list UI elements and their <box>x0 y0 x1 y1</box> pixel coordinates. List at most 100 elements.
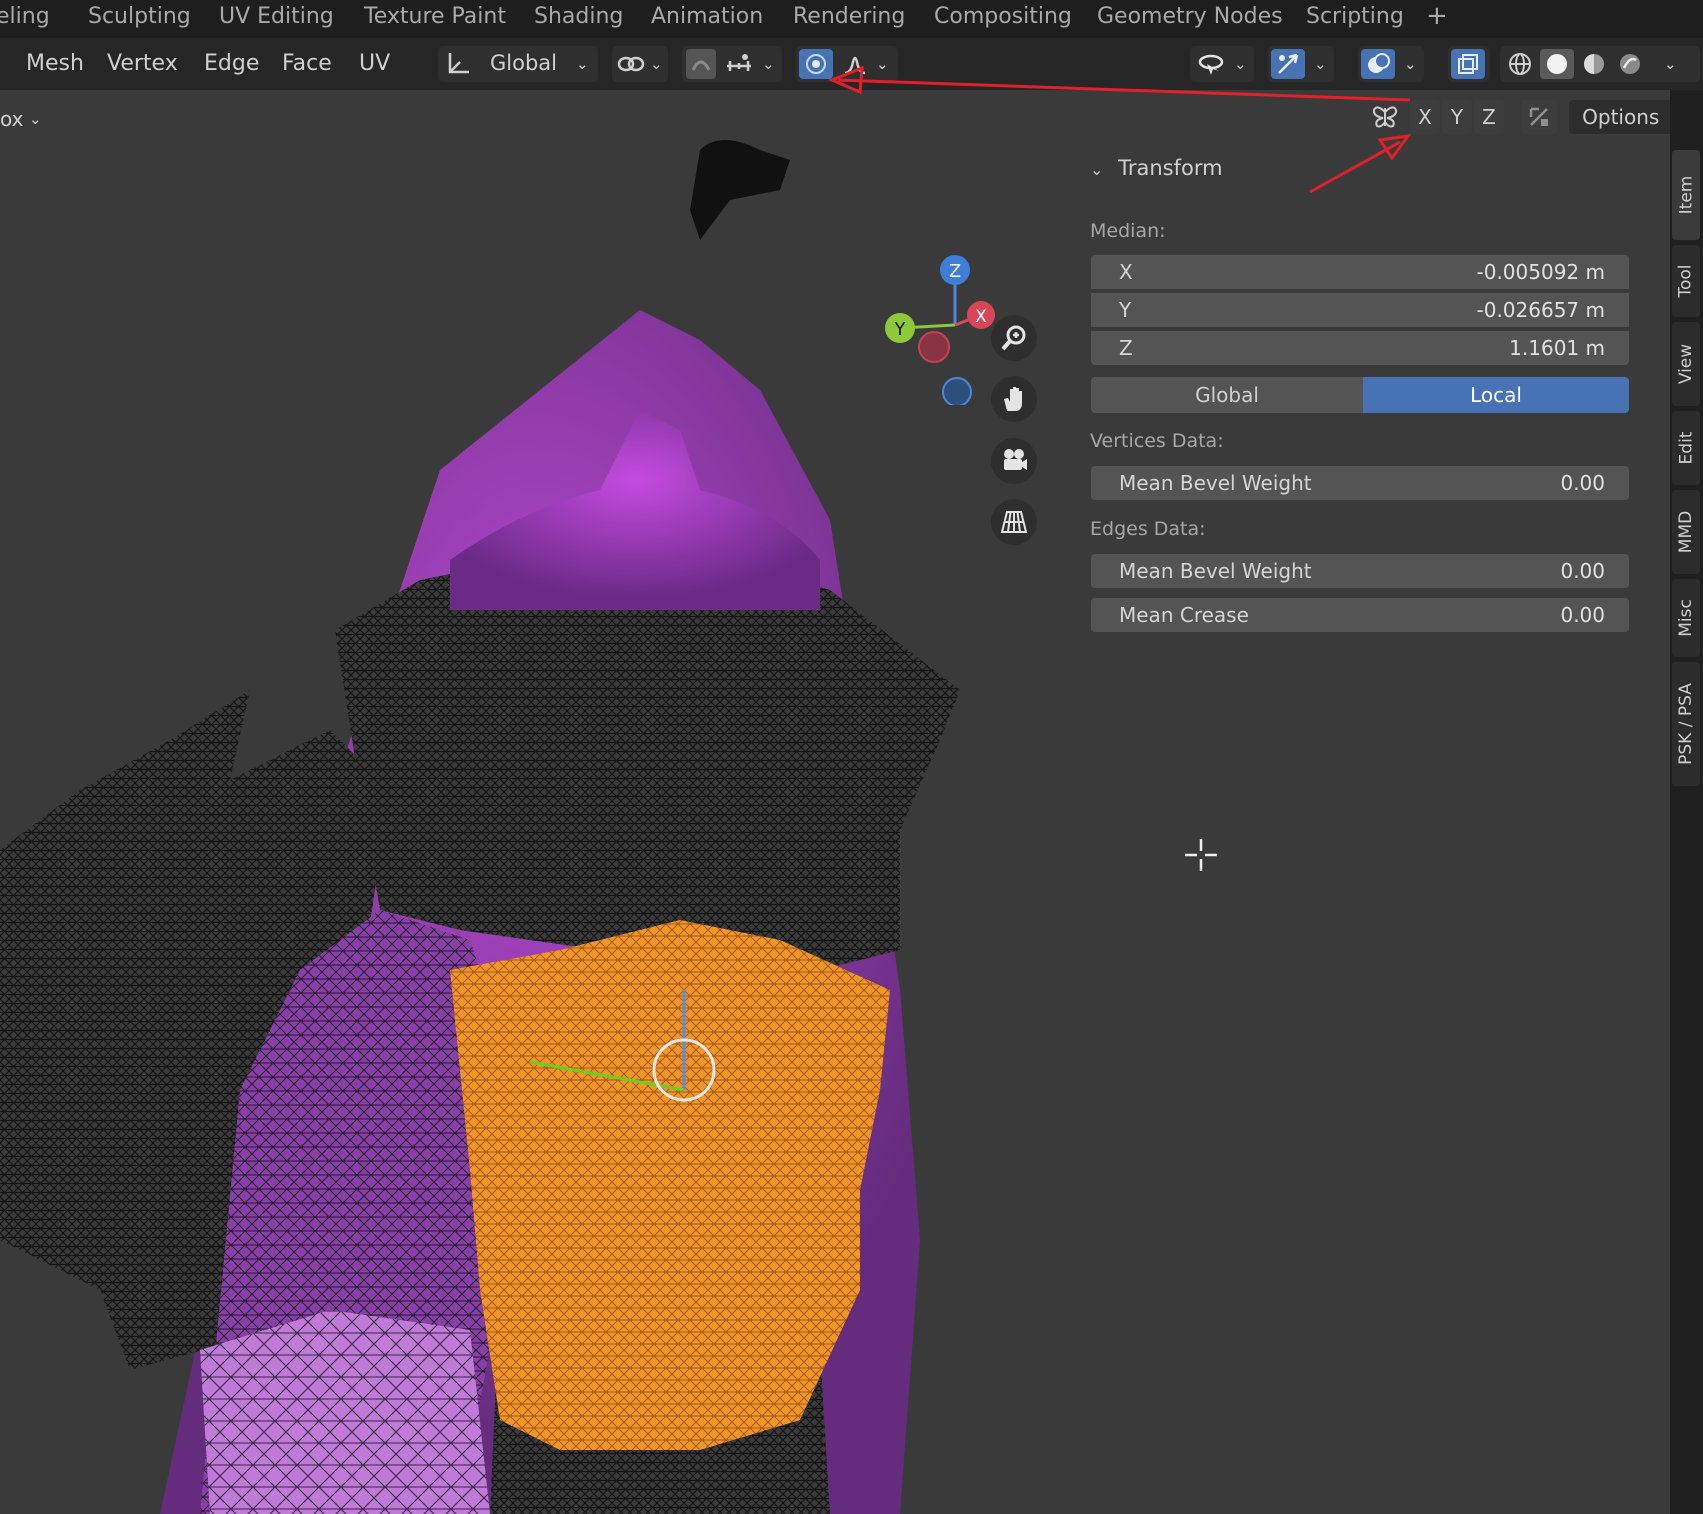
chevron-down-icon: ⌄ <box>1314 55 1327 73</box>
workspace-tab-rendering[interactable]: Rendering <box>793 4 905 29</box>
tab-psk-psa-label: PSK / PSA <box>1676 683 1696 765</box>
workspace-tab-geometry-nodes[interactable]: Geometry Nodes <box>1097 4 1283 29</box>
chevron-down-icon: ⌄ <box>650 55 663 73</box>
zoom-icon[interactable] <box>991 315 1037 361</box>
chevron-down-icon: ⌄ <box>876 55 889 73</box>
proportional-editing-toggle[interactable] <box>799 49 833 79</box>
tab-view[interactable]: View <box>1672 322 1700 406</box>
link-icon <box>616 50 646 78</box>
menu-mesh[interactable]: Mesh <box>26 51 84 76</box>
proportional-editing-group: ⌄ <box>796 46 898 82</box>
median-z-value: 1.1601 m <box>1509 336 1605 360</box>
workspace-tab-sculpting[interactable]: Sculpting <box>88 4 191 29</box>
add-workspace-button[interactable]: + <box>1426 1 1448 31</box>
workspace-tab-compositing[interactable]: Compositing <box>934 4 1072 29</box>
median-x-label: X <box>1119 260 1133 284</box>
edges-mean-crease-value: 0.00 <box>1560 603 1605 627</box>
sidebar-item-panel: ⌄ Transform Median: X -0.005092 m Y -0.0… <box>1080 90 1670 1514</box>
edges-mean-crease-label: Mean Crease <box>1119 603 1249 627</box>
tab-psk-psa[interactable]: PSK / PSA <box>1672 662 1700 786</box>
xray-toggle[interactable] <box>1448 46 1490 82</box>
tab-edit[interactable]: Edit <box>1672 411 1700 485</box>
tab-mmd-label: MMD <box>1676 510 1696 554</box>
viewport-header: Mesh Vertex Edge Face UV Global ⌄ ⌄ ⌄ ⌄ … <box>0 38 1703 90</box>
visibility-dropdown[interactable]: ⌄ <box>1190 46 1254 82</box>
transform-panel-header[interactable]: ⌄ Transform <box>1090 156 1223 180</box>
edges-mean-crease-field[interactable]: Mean Crease 0.00 <box>1091 598 1629 632</box>
transform-panel-title: Transform <box>1118 156 1223 180</box>
workspace-tab-scripting[interactable]: Scripting <box>1306 4 1404 29</box>
median-x-field[interactable]: X -0.005092 m <box>1091 255 1629 289</box>
tab-view-label: View <box>1676 343 1696 385</box>
chevron-down-icon: ⌄ <box>1234 55 1247 73</box>
camera-view-icon[interactable] <box>991 438 1037 484</box>
falloff-curve-icon[interactable] <box>840 50 870 78</box>
space-local-button[interactable]: Local <box>1363 377 1629 413</box>
overlays-toggle-icon[interactable] <box>1361 49 1395 79</box>
median-y-value: -0.026657 m <box>1476 298 1606 322</box>
chevron-down-icon: ⌄ <box>29 110 42 128</box>
median-label: Median: <box>1090 220 1166 242</box>
tab-misc[interactable]: Misc <box>1672 579 1700 657</box>
median-z-label: Z <box>1119 336 1133 360</box>
gizmo-z-label: Z <box>949 261 961 282</box>
vertices-mean-bevel-field[interactable]: Mean Bevel Weight 0.00 <box>1091 466 1629 500</box>
tab-tool-label: Tool <box>1676 264 1696 298</box>
workspace-tab-uv-editing[interactable]: UV Editing <box>219 4 334 29</box>
transform-orientation-value: Global <box>490 51 557 75</box>
vertices-mean-bevel-label: Mean Bevel Weight <box>1119 471 1312 495</box>
sidebar-tabs: Item Tool View Edit MMD Misc PSK / PSA <box>1670 90 1703 1514</box>
edges-mean-bevel-label: Mean Bevel Weight <box>1119 559 1312 583</box>
gizmo-neg-x[interactable] <box>918 331 950 363</box>
gizmo-neg-z[interactable] <box>942 377 972 405</box>
median-y-field[interactable]: Y -0.026657 m <box>1091 293 1629 327</box>
snapping-group: ⌄ <box>682 46 782 82</box>
edges-mean-bevel-value: 0.00 <box>1560 559 1605 583</box>
workspace-tab-shading[interactable]: Shading <box>534 4 623 29</box>
tab-item[interactable]: Item <box>1672 150 1700 240</box>
menu-vertex[interactable]: Vertex <box>107 51 178 76</box>
gizmo-x-label: X <box>975 307 987 327</box>
chevron-down-icon: ⌄ <box>1090 160 1104 179</box>
wireframe-shading-icon[interactable] <box>1504 49 1536 79</box>
median-y-label: Y <box>1119 298 1132 322</box>
menu-face[interactable]: Face <box>282 51 332 76</box>
chevron-down-icon: ⌄ <box>576 55 589 73</box>
chevron-down-icon: ⌄ <box>1404 55 1417 73</box>
tab-item-label: Item <box>1676 175 1697 215</box>
vertices-mean-bevel-value: 0.00 <box>1560 471 1605 495</box>
workspace-tab-animation[interactable]: Animation <box>651 4 763 29</box>
rendered-shading-icon[interactable] <box>1614 49 1646 79</box>
solid-shading-icon[interactable] <box>1540 49 1574 79</box>
gizmo-y-label: Y <box>894 319 907 340</box>
median-x-value: -0.005092 m <box>1476 260 1606 284</box>
transform-orientation-dropdown[interactable]: Global ⌄ <box>438 46 598 82</box>
tab-misc-label: Misc <box>1676 599 1697 637</box>
edges-mean-bevel-field[interactable]: Mean Bevel Weight 0.00 <box>1091 554 1629 588</box>
material-preview-icon[interactable] <box>1578 49 1610 79</box>
snap-increment-icon[interactable] <box>722 50 756 78</box>
shading-mode-group: ⌄ <box>1500 46 1700 82</box>
gizmo-toggle-icon[interactable] <box>1271 49 1305 79</box>
median-z-field[interactable]: Z 1.1601 m <box>1091 331 1629 365</box>
pivot-point-dropdown[interactable]: ⌄ <box>612 46 668 82</box>
overlays-dropdown[interactable]: ⌄ <box>1358 46 1424 82</box>
perspective-grid-icon[interactable] <box>991 499 1037 545</box>
hand-pan-icon[interactable] <box>991 376 1037 422</box>
workspace-tab-texture-paint[interactable]: Texture Paint <box>364 4 506 29</box>
partial-dropdown[interactable]: ox <box>0 107 23 131</box>
edges-data-label: Edges Data: <box>1090 518 1206 540</box>
pointer-icon <box>1196 49 1226 79</box>
chevron-down-icon: ⌄ <box>762 55 775 73</box>
tab-tool[interactable]: Tool <box>1672 245 1700 317</box>
space-global-button[interactable]: Global <box>1091 377 1363 413</box>
chevron-down-icon: ⌄ <box>1664 55 1677 73</box>
xray-icon <box>1451 49 1485 79</box>
tab-mmd[interactable]: MMD <box>1672 490 1700 574</box>
menu-uv[interactable]: UV <box>359 51 390 76</box>
gizmo-dropdown[interactable]: ⌄ <box>1268 46 1334 82</box>
workspace-tab-modeling[interactable]: eling <box>0 4 50 29</box>
vertices-data-label: Vertices Data: <box>1090 430 1224 452</box>
proportional-edit-icon[interactable] <box>686 49 716 79</box>
menu-edge[interactable]: Edge <box>204 51 259 76</box>
